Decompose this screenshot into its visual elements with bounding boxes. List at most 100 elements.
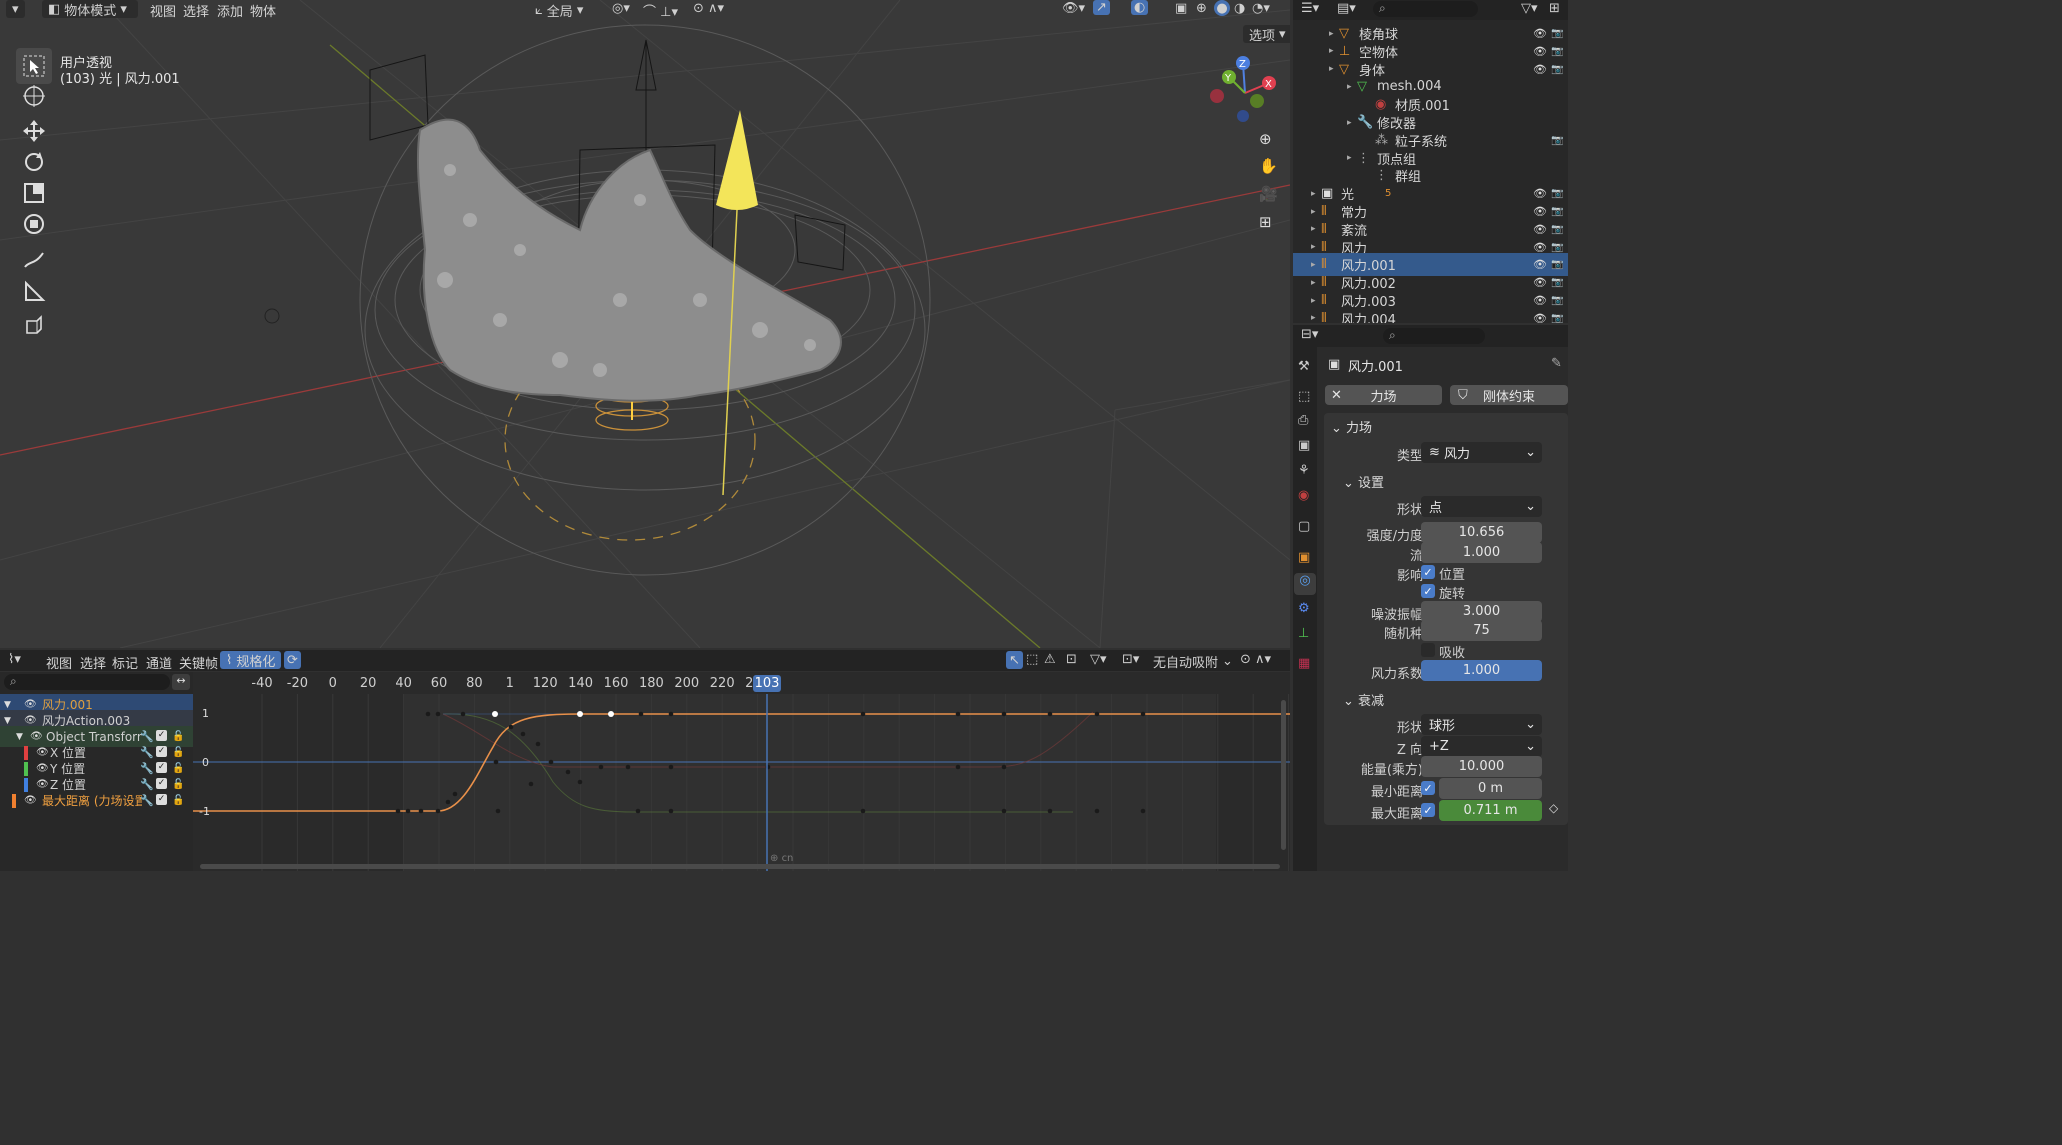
measure-tool[interactable]: [16, 274, 52, 310]
keyframe-point[interactable]: [577, 779, 583, 785]
expand-arrow-icon[interactable]: ▸: [1311, 260, 1316, 270]
expand-arrow-icon[interactable]: ▸: [1329, 29, 1334, 39]
annotate-tool[interactable]: [16, 242, 52, 278]
keyframe-point[interactable]: [460, 711, 466, 717]
render-camera-icon[interactable]: 📷: [1551, 313, 1563, 323]
pin-icon[interactable]: ✎: [1551, 356, 1562, 371]
render-camera-icon[interactable]: 📷: [1551, 28, 1563, 39]
grid-icon[interactable]: ⊞: [1259, 213, 1279, 233]
visibility-eye-icon[interactable]: 👁: [1533, 241, 1547, 254]
graph-scrollbar[interactable]: [200, 864, 1280, 869]
keyframe-point[interactable]: [955, 711, 961, 717]
expand-arrow-icon[interactable]: ▸: [1311, 189, 1316, 199]
keyframe-point[interactable]: [493, 759, 499, 765]
graph-vscrollbar[interactable]: [1281, 700, 1286, 850]
channel-lock-icon[interactable]: 🔓: [172, 795, 184, 806]
expand-arrow-icon[interactable]: ▸: [1311, 242, 1316, 252]
visibility-dropdown[interactable]: 👁▾: [1062, 1, 1085, 16]
only-selected-toggle[interactable]: ↖: [1006, 651, 1023, 669]
display-mode-dropdown[interactable]: ▤▾: [1337, 1, 1356, 16]
scene-tab-icon[interactable]: ⚘: [1298, 463, 1310, 478]
camera-icon[interactable]: 🎥: [1259, 185, 1279, 205]
rigid-constraint-button[interactable]: ⛉ 刚体约束: [1450, 385, 1568, 405]
channel-visibility-icon[interactable]: 👁: [24, 699, 37, 710]
modifier-wrench-icon[interactable]: 🔧: [140, 794, 154, 807]
z-direction-dropdown[interactable]: +Z ⌄: [1421, 736, 1542, 757]
max-distance-field[interactable]: 0.711 m: [1439, 800, 1542, 821]
keyframe-point[interactable]: [1001, 711, 1007, 717]
expand-arrow-icon[interactable]: ▸: [1347, 153, 1352, 163]
affect-location-checkbox[interactable]: ✓: [1421, 565, 1435, 579]
channel-swap-icon[interactable]: ↔: [172, 674, 190, 690]
keyframe-point[interactable]: [625, 764, 631, 770]
keyframe-point[interactable]: [860, 808, 866, 814]
visibility-eye-icon[interactable]: 👁: [1533, 258, 1547, 271]
shading-solid[interactable]: ●: [1214, 0, 1230, 16]
expand-arrow-icon[interactable]: ▸: [1329, 46, 1334, 56]
filter-icon[interactable]: ▽▾: [1521, 1, 1538, 16]
errors-toggle[interactable]: ⚠: [1044, 652, 1056, 667]
proportional-edit-toggle[interactable]: ⊙ ∧▾: [693, 1, 724, 16]
visibility-eye-icon[interactable]: 👁: [1533, 45, 1547, 58]
normalize-toggle[interactable]: ⌇ 规格化: [220, 651, 282, 670]
zoom-icon[interactable]: ⊕: [1259, 130, 1279, 150]
keyframe-diamond-icon[interactable]: ◇: [1549, 801, 1558, 815]
channel-mute-checkbox[interactable]: ✓: [156, 778, 167, 789]
viewport[interactable]: ▾ ◧ 物体模式 ▾ 视图 选择 添加 物体 ⟀ 全局 ▾ ◎▾ ⌒ ⊥▾ ⊙ ∧▾ …: [0, 0, 1290, 648]
graph-menu-key[interactable]: 关键帧: [171, 653, 226, 672]
outliner-row[interactable]: ▸ ⦀ 风力.004 👁 📷: [1293, 307, 1568, 323]
forcefield-button[interactable]: ✕ 力场: [1325, 385, 1442, 405]
shading-wireframe[interactable]: ⊕: [1196, 1, 1207, 16]
keyframe-point[interactable]: [508, 724, 514, 730]
wind-factor-field[interactable]: 1.000: [1421, 660, 1542, 681]
min-distance-checkbox[interactable]: ✓: [1421, 781, 1435, 795]
keyframe-point[interactable]: [668, 711, 674, 717]
render-camera-icon[interactable]: 📷: [1551, 135, 1563, 146]
keyframe-point[interactable]: [452, 791, 458, 797]
visibility-eye-icon[interactable]: 👁: [1533, 294, 1547, 307]
keyframe-point[interactable]: [495, 808, 501, 814]
channel-expand-icon[interactable]: ▼: [4, 700, 11, 710]
section-forcefield-header[interactable]: ⌄ 力场: [1331, 417, 1372, 436]
cursor-tool[interactable]: [16, 78, 52, 114]
render-camera-icon[interactable]: 📷: [1551, 259, 1563, 270]
channel-mute-checkbox[interactable]: ✓: [156, 746, 167, 757]
channel-lock-icon[interactable]: 🔓: [172, 747, 184, 758]
flow-field[interactable]: 1.000: [1421, 542, 1542, 563]
max-distance-checkbox[interactable]: ✓: [1421, 803, 1435, 817]
expand-arrow-icon[interactable]: ▸: [1311, 296, 1316, 306]
transform-orientation-dropdown[interactable]: ⟀ 全局 ▾: [535, 1, 583, 20]
add-cube-tool[interactable]: [16, 308, 52, 344]
keyframe-point[interactable]: [638, 711, 644, 717]
visibility-eye-icon[interactable]: 👁: [1533, 63, 1547, 76]
keyframe-point[interactable]: [1047, 808, 1053, 814]
expand-arrow-icon[interactable]: ▸: [1329, 64, 1334, 74]
selected-keyframe[interactable]: [608, 711, 614, 717]
keyframe-point[interactable]: [1001, 764, 1007, 770]
ruler-band[interactable]: [193, 672, 1290, 694]
graph-filter-dropdown[interactable]: ▽▾: [1090, 652, 1107, 667]
keyframe-point[interactable]: [1047, 711, 1053, 717]
channel-visibility-icon[interactable]: 👁: [30, 731, 43, 742]
keyframe-point[interactable]: [435, 711, 441, 717]
overlay-toggle[interactable]: ◐: [1131, 0, 1149, 15]
show-hidden-toggle[interactable]: ⬚: [1026, 652, 1038, 667]
channel-visibility-icon[interactable]: 👁: [36, 779, 49, 790]
visibility-eye-icon[interactable]: 👁: [1533, 276, 1547, 289]
keyframe-point[interactable]: [598, 764, 604, 770]
render-camera-icon[interactable]: 📷: [1551, 188, 1563, 199]
keyframe-point[interactable]: [520, 731, 526, 737]
keyframe-point[interactable]: [1140, 711, 1146, 717]
power-field[interactable]: 10.000: [1421, 756, 1542, 777]
keyframe-point[interactable]: [425, 711, 431, 717]
keyframe-point[interactable]: [635, 808, 641, 814]
section-settings-header[interactable]: ⌄ 设置: [1343, 472, 1384, 491]
mode-dropdown[interactable]: ◧ 物体模式 ▾: [42, 0, 138, 19]
selected-keyframe[interactable]: [492, 711, 498, 717]
render-tab-icon[interactable]: ⬚: [1298, 389, 1310, 404]
affect-rotation-checkbox[interactable]: ✓: [1421, 584, 1435, 598]
noise-field[interactable]: 3.000: [1421, 601, 1542, 622]
keyframe-point[interactable]: [565, 769, 571, 775]
current-frame-indicator[interactable]: 103: [753, 675, 781, 692]
graph-proportional-toggle[interactable]: ⊙ ∧▾: [1240, 652, 1271, 667]
